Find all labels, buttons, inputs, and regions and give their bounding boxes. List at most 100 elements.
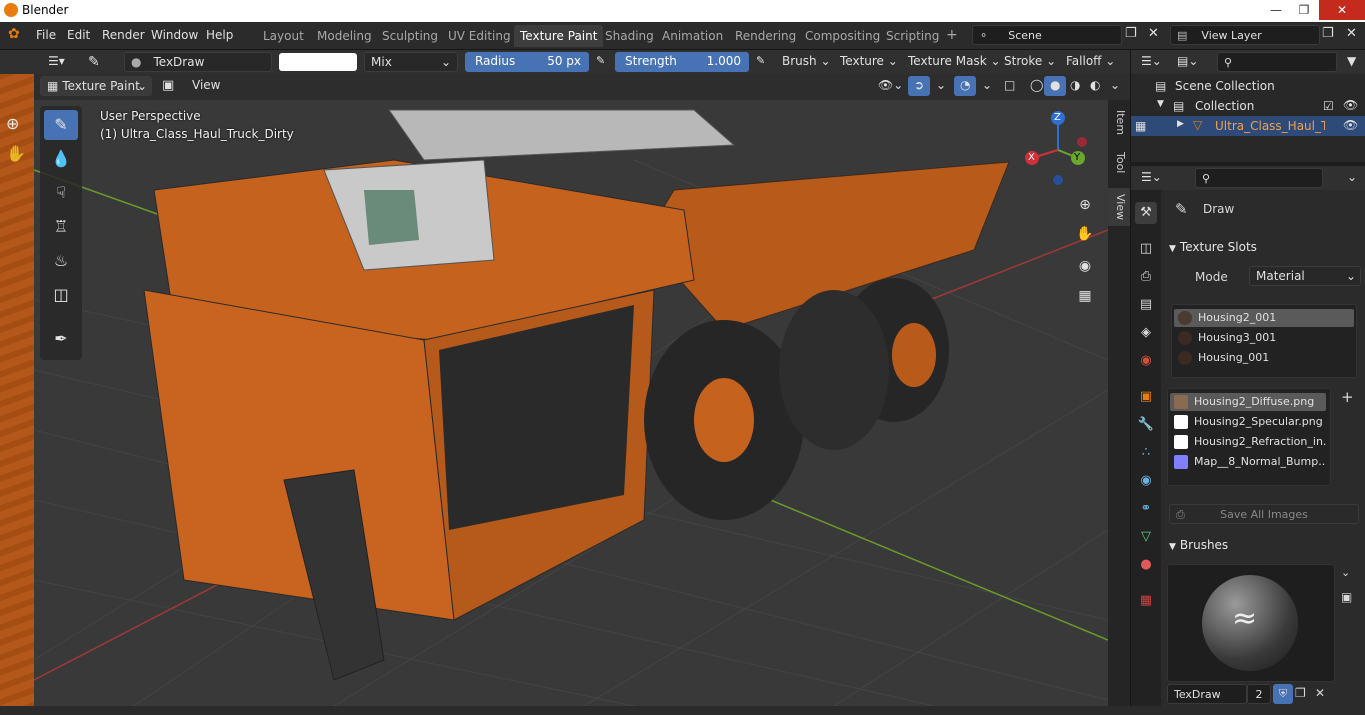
menu-window[interactable]: Window: [151, 28, 198, 42]
particles-properties-icon[interactable]: ∴: [1135, 442, 1157, 464]
gizmo-dropdown-icon[interactable]: ⌄: [930, 76, 952, 96]
texture-slots-header[interactable]: ▼ Texture Slots: [1161, 236, 1365, 258]
xray-icon[interactable]: □: [998, 76, 1021, 96]
radius-slider[interactable]: Radius 50 px: [465, 52, 589, 72]
menu-render[interactable]: Render: [102, 28, 145, 42]
data-properties-icon[interactable]: ▽: [1135, 526, 1157, 548]
smear-tool-icon[interactable]: ☟: [44, 178, 78, 208]
remove-view-layer-icon[interactable]: ✕: [1346, 26, 1357, 41]
tab-item[interactable]: Item: [1108, 104, 1130, 141]
tab-shading[interactable]: Shading: [599, 25, 660, 47]
mask-tool-icon[interactable]: ◫: [44, 280, 78, 310]
image-slot-item[interactable]: Housing2_Diffuse.png: [1170, 393, 1326, 411]
material-slot-item[interactable]: Housing3_001: [1174, 329, 1354, 347]
zoom-icon[interactable]: ⊕: [1073, 193, 1097, 217]
menu-file[interactable]: File: [36, 28, 56, 42]
modifier-properties-icon[interactable]: 🔧: [1135, 414, 1157, 436]
pan-hand-icon[interactable]: ✋: [1073, 222, 1097, 246]
fake-user-shield-icon[interactable]: ⛨: [1273, 684, 1293, 704]
radius-pressure-icon[interactable]: ✎: [590, 52, 611, 72]
brush-users-count[interactable]: 2: [1247, 684, 1271, 704]
hand-pan-icon[interactable]: ✋: [6, 144, 26, 163]
tab-rendering[interactable]: Rendering: [729, 25, 802, 47]
tab-uv-editing[interactable]: UV Editing: [442, 25, 517, 47]
material-slot-list[interactable]: Housing2_001 Housing3_001 Housing_001: [1171, 304, 1357, 378]
minimize-icon[interactable]: —: [1262, 0, 1290, 20]
material-properties-icon[interactable]: ●: [1135, 554, 1157, 576]
brush-menu[interactable]: Brush ⌄: [776, 52, 837, 72]
draw-tool-icon[interactable]: ✎: [44, 110, 78, 140]
scene-selector[interactable]: ⚬ Scene: [972, 25, 1122, 45]
tab-scripting[interactable]: Scripting: [880, 25, 945, 47]
image-slot-item[interactable]: Housing2_Specular.png: [1170, 413, 1326, 431]
mode-dropdown[interactable]: ▦ Texture Paint ⌄: [40, 76, 152, 96]
texture-menu[interactable]: Texture ⌄: [834, 52, 904, 72]
blend-mode-dropdown[interactable]: Mix ⌄: [364, 52, 458, 72]
new-view-layer-icon[interactable]: ❐: [1322, 26, 1334, 41]
tool-properties-icon[interactable]: ⚒: [1135, 202, 1157, 224]
tab-modeling[interactable]: Modeling: [311, 25, 378, 47]
output-properties-icon[interactable]: ⎙: [1135, 266, 1157, 288]
close-icon[interactable]: ✕: [1319, 0, 1365, 20]
save-all-images-button[interactable]: ⎙ Save All Images: [1169, 504, 1359, 524]
physics-properties-icon[interactable]: ◉: [1135, 470, 1157, 492]
outliner-collection[interactable]: ▼ ▤ Collection ☑ 👁: [1131, 96, 1365, 116]
visibility-icon[interactable]: 👁⌄: [872, 76, 909, 96]
outliner-scene-collection[interactable]: ▤ Scene Collection: [1131, 76, 1365, 96]
checkbox-icon[interactable]: ☑: [1323, 99, 1334, 113]
material-slot-item[interactable]: Housing_001: [1174, 349, 1354, 367]
paint-mask-icon[interactable]: ▣: [156, 76, 180, 96]
add-workspace-icon[interactable]: +: [940, 23, 964, 45]
overlays-icon[interactable]: ◔: [954, 76, 977, 96]
remove-scene-icon[interactable]: ✕: [1148, 26, 1159, 41]
properties-editor-icon[interactable]: ☰⌄: [1135, 168, 1168, 188]
brushes-header[interactable]: ▼ Brushes: [1161, 534, 1365, 556]
strength-pressure-icon[interactable]: ✎: [750, 52, 771, 72]
duplicate-brush-icon[interactable]: ❐: [1295, 686, 1306, 700]
properties-search[interactable]: ⚲: [1195, 168, 1323, 188]
outliner-editor-icon[interactable]: ☰⌄: [1135, 52, 1168, 72]
menu-edit[interactable]: Edit: [67, 28, 90, 42]
annotate-tool-icon[interactable]: ✒: [44, 324, 78, 354]
display-mode-icon[interactable]: ▤⌄: [1171, 52, 1204, 72]
tool-settings-icon[interactable]: ☰▾: [42, 52, 71, 72]
brush-name-datablock[interactable]: TexDraw: [1167, 684, 1247, 704]
tab-compositing[interactable]: Compositing: [799, 25, 886, 47]
material-slot-item[interactable]: Housing2_001: [1174, 309, 1354, 327]
view-layer-properties-icon[interactable]: ▤: [1135, 294, 1157, 316]
brush-preview[interactable]: ≈: [1167, 564, 1335, 682]
tab-layout[interactable]: Layout: [257, 25, 310, 47]
menu-help[interactable]: Help: [206, 28, 233, 42]
grid-perspective-icon[interactable]: ▦: [1073, 284, 1097, 308]
image-slot-list[interactable]: Housing2_Diffuse.png Housing2_Specular.p…: [1167, 388, 1331, 486]
new-scene-icon[interactable]: ❐: [1125, 26, 1137, 41]
outliner-search[interactable]: ⚲: [1217, 52, 1337, 72]
world-properties-icon[interactable]: ◉: [1135, 350, 1157, 372]
constraints-properties-icon[interactable]: ⚭: [1135, 498, 1157, 520]
tab-view[interactable]: View: [1108, 188, 1130, 227]
outliner-object[interactable]: ▦ ▶ ▽ Ultra_Class_Haul_Tru 👁: [1131, 116, 1365, 136]
brush-options-icon[interactable]: ⌄: [1341, 566, 1350, 579]
unlink-brush-icon[interactable]: ✕: [1315, 686, 1325, 700]
tab-animation[interactable]: Animation: [656, 25, 729, 47]
scene-properties-icon[interactable]: ◈: [1135, 322, 1157, 344]
soften-tool-icon[interactable]: 💧: [44, 144, 78, 174]
overlays-dropdown-icon[interactable]: ⌄: [976, 76, 998, 96]
brush-icon[interactable]: ✎: [82, 52, 106, 72]
filter-icon[interactable]: ▼: [1341, 52, 1362, 72]
texture-mask-menu[interactable]: Texture Mask ⌄: [902, 52, 1007, 72]
view-menu[interactable]: View: [186, 76, 226, 96]
brush-color-swatch[interactable]: [279, 53, 357, 71]
object-properties-icon[interactable]: ▣: [1135, 386, 1157, 408]
fill-tool-icon[interactable]: ♨: [44, 246, 78, 276]
gizmo-toggle-icon[interactable]: ➲: [908, 76, 931, 96]
eye-icon[interactable]: 👁: [1343, 118, 1358, 132]
strength-slider[interactable]: Strength 1.000: [615, 52, 749, 72]
texture-properties-icon[interactable]: ▦: [1135, 590, 1157, 612]
3d-viewport[interactable]: User Perspective (1) Ultra_Class_Haul_Tr…: [34, 100, 1108, 706]
brush-name-field[interactable]: ● TexDraw: [124, 52, 272, 72]
falloff-menu[interactable]: Falloff ⌄: [1060, 52, 1121, 72]
stroke-menu[interactable]: Stroke ⌄: [998, 52, 1062, 72]
image-slot-item[interactable]: Housing2_Refraction_in...: [1170, 433, 1326, 451]
options-dropdown-icon[interactable]: ⌄: [1341, 168, 1363, 188]
